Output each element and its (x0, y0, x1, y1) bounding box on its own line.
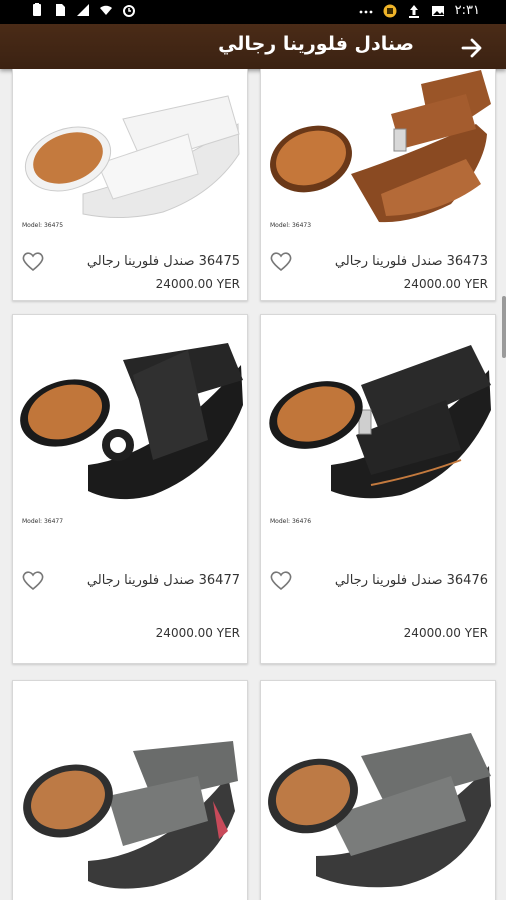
model-label: Model: 36476 (270, 518, 312, 525)
upload-icon (408, 4, 419, 18)
heart-icon[interactable] (269, 250, 293, 272)
wifi-icon (100, 5, 112, 15)
product-name[interactable]: 36476 صندل فلورينا رجالي (335, 573, 488, 588)
page-title: صنادل فلورينا رجالي (218, 33, 414, 55)
product-image (13, 315, 247, 541)
model-label: Model: 36473 (270, 222, 312, 229)
app-bar: صنادل فلورينا رجالي (0, 24, 506, 69)
product-image (13, 69, 247, 234)
sim-icon (56, 4, 65, 16)
image-icon (431, 5, 444, 16)
product-name[interactable]: 36477 صندل فلورينا رجالي (87, 573, 240, 588)
product-card[interactable]: Model: 36477 36477 صندل فلورينا رجالي 24… (12, 314, 248, 664)
product-price: 24000.00 YER (403, 277, 488, 291)
model-label: Model: 36475 (22, 222, 64, 229)
product-price: 24000.00 YER (403, 626, 488, 640)
status-bar: ٢:٣١ (0, 0, 506, 24)
scrollbar[interactable] (502, 296, 506, 358)
more-dots-icon (359, 10, 373, 13)
heart-icon[interactable] (269, 569, 293, 591)
app-badge-icon (383, 4, 397, 17)
battery-icon (33, 3, 41, 16)
product-image (261, 69, 495, 234)
heart-icon[interactable] (21, 250, 45, 272)
product-image (13, 681, 247, 900)
product-card[interactable] (260, 680, 496, 900)
product-image (261, 315, 495, 541)
model-label: Model: 36477 (22, 518, 64, 525)
product-card[interactable]: Model: 36473 36473 صندل فلورينا رجالي 24… (260, 69, 496, 301)
alarm-icon (123, 5, 135, 17)
product-grid: Model: 36473 36473 صندل فلورينا رجالي 24… (0, 69, 506, 900)
product-name[interactable]: 36475 صندل فلورينا رجالي (87, 254, 240, 269)
product-price: 24000.00 YER (155, 626, 240, 640)
network-icon (77, 4, 89, 16)
heart-icon[interactable] (21, 569, 45, 591)
arrow-right-icon[interactable] (460, 36, 484, 60)
product-name[interactable]: 36473 صندل فلورينا رجالي (335, 254, 488, 269)
product-card[interactable]: Model: 36475 36475 صندل فلورينا رجالي 24… (12, 69, 248, 301)
product-card[interactable] (12, 680, 248, 900)
product-price: 24000.00 YER (155, 277, 240, 291)
product-image (261, 681, 495, 900)
status-time: ٢:٣١ (454, 3, 480, 18)
product-card[interactable]: Model: 36476 36476 صندل فلورينا رجالي 24… (260, 314, 496, 664)
